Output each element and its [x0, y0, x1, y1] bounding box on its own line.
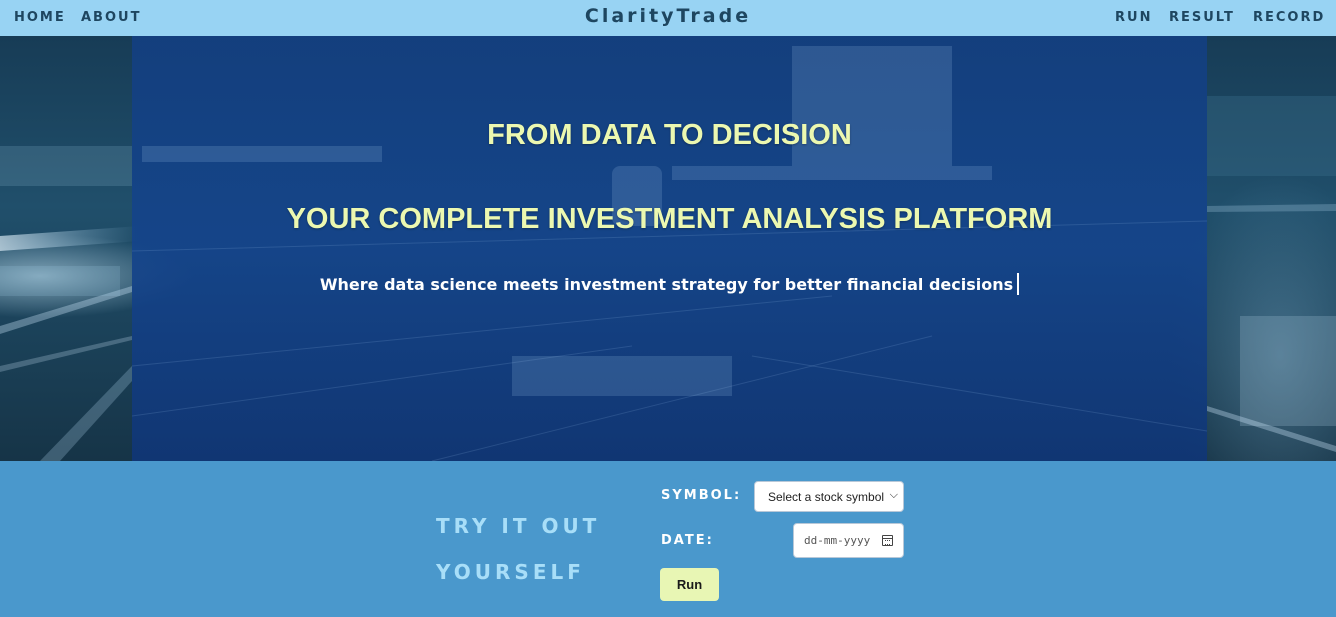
try-section-title: TRY IT OUT YOURSELF: [436, 503, 656, 595]
run-button[interactable]: Run: [660, 568, 719, 601]
nav-record-link[interactable]: RECORD: [1253, 10, 1325, 25]
symbol-select-value: Select a stock symbol: [768, 490, 885, 504]
try-title-line1: TRY IT OUT: [436, 514, 601, 538]
date-input[interactable]: dd-mm-yyyy: [793, 523, 904, 558]
symbol-select[interactable]: Select a stock symbol ⌵: [754, 481, 904, 512]
date-label: DATE:: [661, 533, 714, 548]
hero-banner: FROM DATA TO DECISION YOUR COMPLETE INVE…: [0, 36, 1336, 461]
symbol-label: SYMBOL:: [661, 488, 742, 503]
hero-subtitle: Where data science meets investment stra…: [132, 273, 1207, 295]
hero-heading-secondary: YOUR COMPLETE INVESTMENT ANALYSIS PLATFO…: [286, 203, 1053, 235]
date-input-placeholder: dd-mm-yyyy: [804, 534, 871, 547]
try-title-line2: YOURSELF: [436, 560, 585, 584]
chevron-down-icon: ⌵: [889, 489, 898, 501]
try-it-section: TRY IT OUT YOURSELF SYMBOL: Select a sto…: [0, 461, 1336, 617]
hero-heading-primary: FROM DATA TO DECISION: [487, 119, 852, 151]
top-nav: HOME ABOUT ClarityTrade RUN RESULT RECOR…: [0, 0, 1336, 36]
nav-result-link[interactable]: RESULT: [1169, 10, 1235, 25]
nav-run-link[interactable]: RUN: [1115, 10, 1152, 25]
hero-subtitle-text: Where data science meets investment stra…: [319, 275, 1014, 294]
typing-cursor: [1017, 273, 1020, 295]
hero-content-panel: FROM DATA TO DECISION YOUR COMPLETE INVE…: [132, 36, 1207, 461]
calendar-icon[interactable]: [882, 535, 893, 546]
hero-panel-texture: [132, 46, 1207, 461]
